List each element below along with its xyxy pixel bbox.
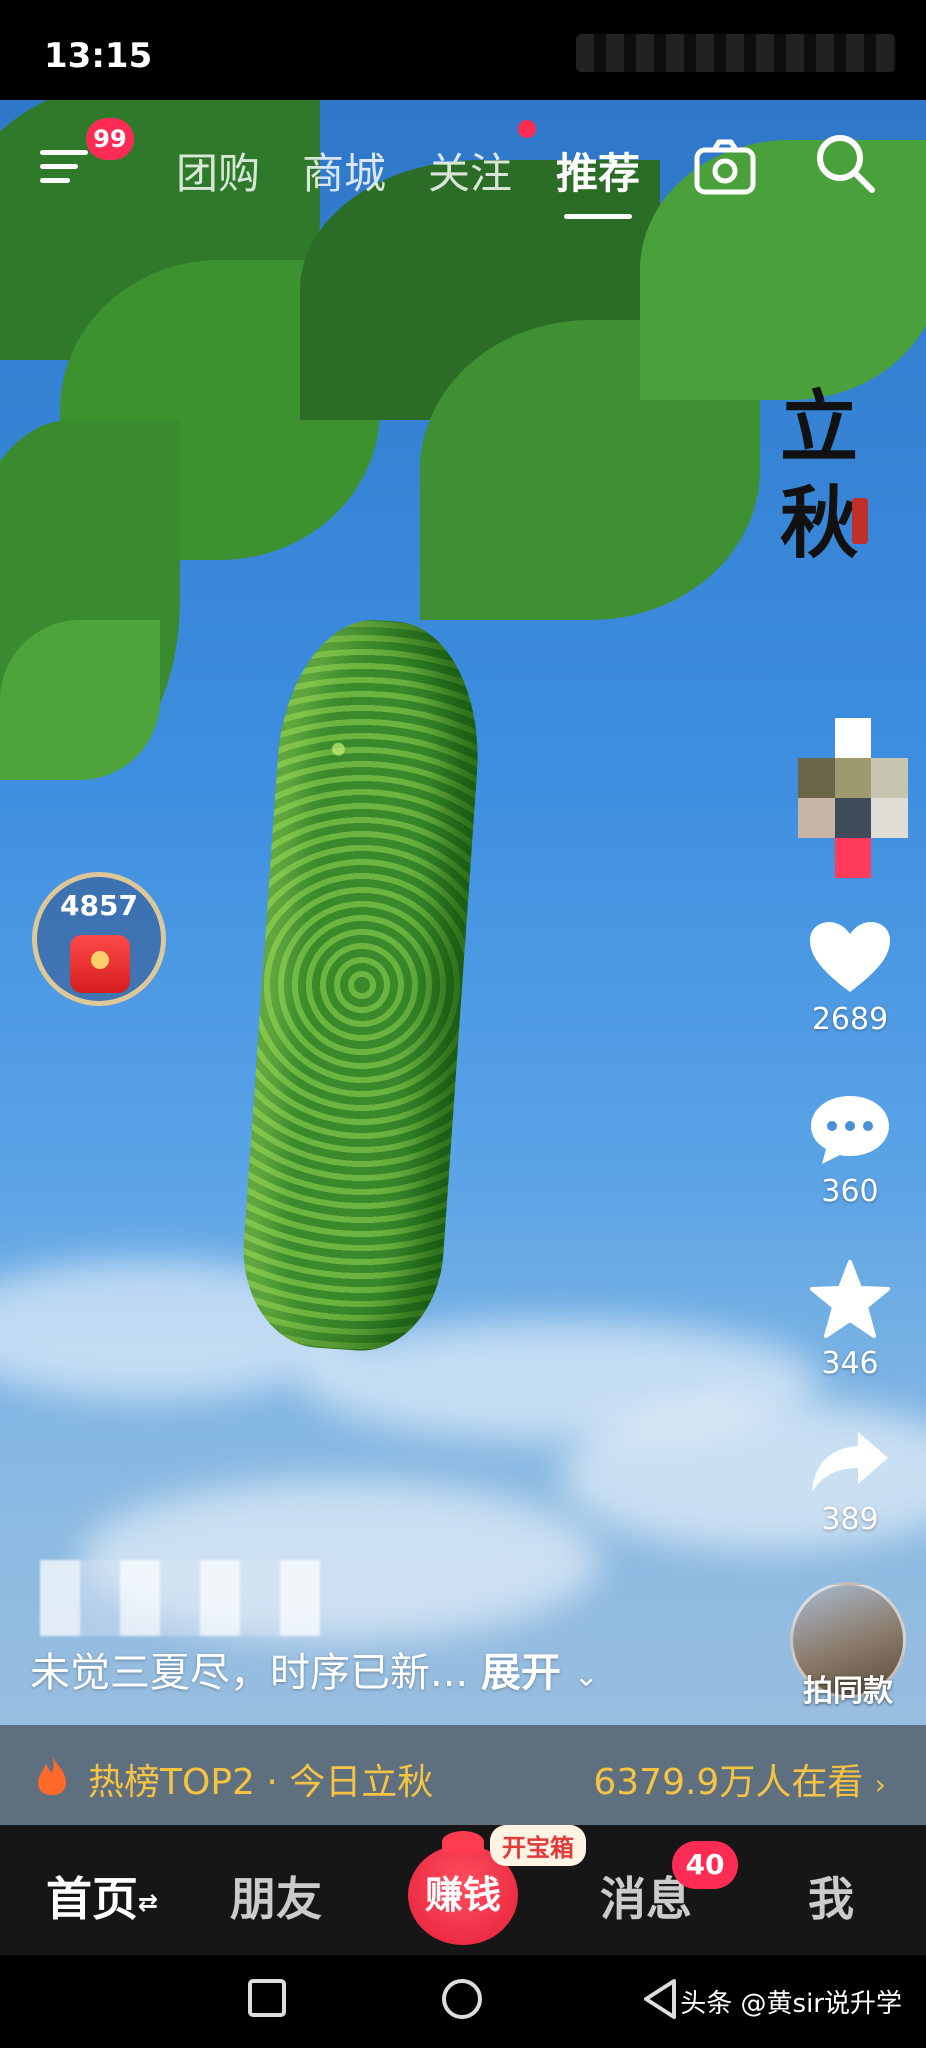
comment-button[interactable]: 360 [800, 1092, 900, 1209]
fire-icon [38, 1755, 66, 1795]
favorite-button[interactable]: 346 [800, 1260, 900, 1381]
hot-list-bar[interactable]: 热榜TOP2 · 今日立秋 6379.9万人在看 › [0, 1725, 926, 1825]
system-nav-bar: 头条 @黄sir说升学 [0, 1955, 926, 2048]
same-style-button[interactable]: 拍同款 [790, 1582, 906, 1710]
tab-group-buy[interactable]: 团购 [176, 140, 260, 201]
red-packet-timer[interactable]: 4857 [32, 872, 166, 1006]
tab-friends[interactable]: 朋友 [230, 1863, 322, 1929]
red-packet-count: 4857 [60, 889, 138, 922]
share-icon [812, 1432, 888, 1492]
like-count: 2689 [811, 1002, 889, 1037]
menu-icon-line [40, 164, 78, 169]
menu-badge: 99 [86, 118, 134, 160]
back-icon[interactable] [640, 1977, 680, 2021]
tab-recommend[interactable]: 推荐 [556, 140, 640, 219]
watermark: 头条 @黄sir说升学 [680, 1989, 902, 2019]
top-navigation: 99 团购 商城 关注 推荐 [0, 100, 926, 230]
status-bar: 13:15 [0, 0, 926, 100]
hot-list-title: 热榜TOP2 · 今日立秋 [88, 1762, 434, 1803]
video-caption[interactable]: 未觉三夏尽，时序已新... 展开 ⌄ [30, 1640, 599, 1698]
same-style-label: 拍同款 [803, 1674, 893, 1709]
tab-mall[interactable]: 商城 [302, 140, 386, 201]
comment-icon [811, 1096, 889, 1164]
menu-icon-line [40, 178, 70, 183]
caption-text: 未觉三夏尽，时序已新... [30, 1650, 469, 1696]
leaf [0, 620, 160, 780]
tab-me[interactable]: 我 [808, 1863, 854, 1929]
treasure-badge: 开宝箱 [490, 1825, 586, 1866]
author-avatar[interactable] [798, 718, 908, 878]
overlay-calligraphy: 立秋 [780, 380, 868, 572]
bottom-tab-bar: 首页⇄ 朋友 赚钱 开宝箱 消息 40 我 [0, 1825, 926, 1955]
favorite-count: 346 [821, 1346, 879, 1381]
chevron-right-icon: › [874, 1768, 886, 1801]
heart-icon [810, 922, 890, 992]
comment-count: 360 [821, 1174, 879, 1209]
tab-following[interactable]: 关注 [428, 140, 512, 201]
recents-icon[interactable] [246, 1977, 288, 2019]
bitter-melon-image [236, 613, 488, 1357]
chevron-down-icon: ⌄ [573, 1659, 599, 1694]
star-icon [810, 1260, 890, 1338]
tab-home[interactable]: 首页⇄ [46, 1863, 158, 1929]
like-button[interactable]: 2689 [800, 920, 900, 1037]
author-name-blurred[interactable] [40, 1560, 320, 1636]
messages-badge: 40 [672, 1841, 738, 1889]
following-dot [518, 120, 536, 138]
seal-stamp [852, 498, 868, 544]
share-count: 389 [821, 1502, 879, 1537]
viewer-count: 6379.9万人在看 › [593, 1762, 886, 1803]
menu-icon [40, 150, 88, 155]
status-icons-blurred [576, 34, 896, 72]
red-packet-icon [70, 935, 130, 993]
share-button[interactable]: 389 [800, 1428, 900, 1537]
menu-button[interactable] [40, 150, 88, 186]
search-icon[interactable] [812, 130, 878, 196]
camera-icon[interactable] [692, 134, 758, 200]
status-time: 13:15 [44, 36, 153, 76]
home-circle-icon[interactable] [440, 1977, 484, 2021]
expand-link[interactable]: 展开 [481, 1650, 561, 1696]
refresh-icon: ⇄ [138, 1888, 159, 1917]
